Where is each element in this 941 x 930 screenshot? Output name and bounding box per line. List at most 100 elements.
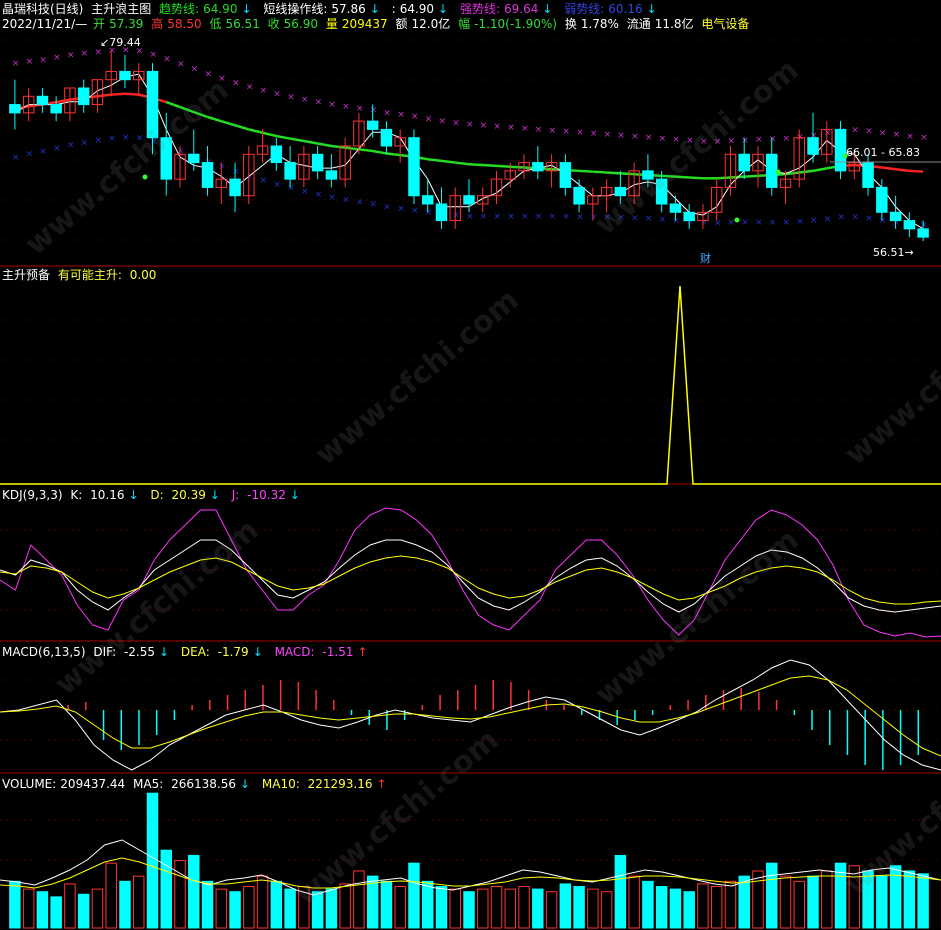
strong-line-mark: ×: [521, 124, 529, 134]
candlestick: [201, 162, 214, 188]
strong-line-mark: ×: [438, 116, 446, 126]
strong-line-mark: ×: [149, 50, 157, 60]
strong-line-mark: ×: [67, 51, 75, 61]
volume-bar: [201, 880, 214, 929]
strong-line-mark: ×: [12, 59, 20, 69]
trend-line-segment: [606, 171, 621, 175]
trend-line-segment: [262, 131, 277, 138]
candlestick: [573, 186, 585, 205]
weak-line-mark: ×: [755, 218, 763, 228]
volume-bar: [339, 883, 351, 929]
kdj-header: KDJ(9,3,3) K: 10.16 ↓ D: 20.39 ↓ J: -10.32…: [2, 488, 300, 502]
weak-line-mark: ×: [824, 214, 832, 224]
strong-line-mark: ×: [315, 98, 323, 108]
weak-line-mark: ×: [411, 206, 419, 216]
volume-bar: [435, 886, 448, 929]
strong-line-mark: ×: [906, 132, 914, 142]
strong-line-mark: ×: [549, 126, 557, 136]
candlestick: [50, 104, 62, 114]
stock-name[interactable]: 晶瑞科技(日线): [2, 2, 83, 16]
weak-line-mark: ×: [315, 190, 323, 200]
volume-bar: [91, 888, 104, 929]
weak-line-mark: ×: [810, 216, 818, 226]
strong-line-mark: ×: [659, 134, 667, 144]
volume-bar: [504, 888, 517, 929]
trend-line-segment: [193, 110, 208, 119]
candlestick: [559, 162, 572, 188]
strong-line-mark: ×: [700, 137, 708, 147]
strong-line-mark: ×: [576, 128, 584, 138]
candlestick: [889, 211, 902, 222]
volume-bar: [77, 893, 90, 929]
volume-bar: [545, 891, 558, 929]
indicator-name[interactable]: 主升浪主图: [91, 2, 151, 16]
trend-line-segment: [111, 92, 126, 96]
candlestick: [408, 137, 420, 197]
candlestick: [119, 70, 131, 81]
weak-line-mark: ×: [590, 212, 598, 222]
weak-line-mark: ×: [232, 167, 240, 177]
candlestick: [421, 195, 434, 205]
candlestick: [270, 145, 283, 164]
candlestick: [766, 153, 778, 188]
signal-dot: [142, 174, 148, 180]
indicator-header: 晶瑞科技(日线) 主升浪主图 趋势线: 64.90 ↓ 短线操作线: 57.86 ↓ :…: [2, 2, 657, 16]
weak-line-mark: ×: [604, 213, 612, 223]
strong-line-mark: ×: [163, 54, 171, 64]
strong-line-mark: ×: [851, 126, 859, 136]
weak-line-mark: ×: [108, 134, 116, 144]
weak-line-mark: ×: [81, 138, 89, 148]
weak-line-mark: ×: [838, 213, 846, 223]
candlestick: [532, 162, 544, 172]
strong-line-mark: ×: [177, 59, 185, 69]
strong-line-mark: ×: [714, 137, 722, 147]
strong-line-mark: ×: [53, 53, 61, 63]
trend-line-segment: [909, 169, 924, 173]
candlestick: [325, 170, 338, 180]
strong-line-mark: ×: [39, 55, 47, 65]
trend-line-segment: [207, 115, 222, 123]
weak-line-mark: ×: [535, 212, 543, 222]
weak-line-mark: ×: [149, 137, 157, 147]
trend-line-segment: [441, 159, 456, 164]
candlestick: [642, 170, 654, 180]
weak-line-mark: ×: [865, 214, 873, 224]
volume-bar: [284, 888, 296, 929]
candlestick: [903, 220, 916, 230]
weak-line-mark: ×: [67, 141, 75, 151]
strong-line-mark: ×: [342, 102, 350, 112]
volume-bar: [463, 891, 475, 929]
strong-line-mark: ×: [81, 49, 89, 59]
volume-bar: [628, 875, 640, 929]
weak-line-mark: ×: [507, 212, 515, 222]
weak-line-mark: ×: [480, 212, 488, 222]
weak-line-mark: ×: [549, 212, 557, 222]
candlestick: [36, 95, 49, 106]
finance-event-marker[interactable]: 财: [700, 250, 711, 266]
volume-bar: [215, 888, 228, 929]
kdj-k-line: [0, 539, 941, 613]
trend-line-segment: [496, 164, 511, 168]
volume-bar: [256, 875, 269, 929]
weak-line-mark: ×: [12, 153, 20, 163]
volume-bar: [22, 888, 35, 929]
strong-line-mark: ×: [301, 95, 309, 105]
volume-bar: [642, 880, 654, 929]
weak-line-mark: ×: [273, 180, 281, 190]
weak-line-mark: ×: [631, 214, 639, 224]
candlestick: [917, 228, 929, 238]
trend-line-segment: [482, 163, 497, 168]
trend-line-segment: [55, 98, 71, 104]
volume-bar: [477, 888, 489, 929]
weak-line-mark: ×: [672, 216, 680, 226]
volume-bar: [325, 888, 338, 929]
strong-line-mark: ×: [879, 128, 887, 138]
candlestick: [284, 162, 296, 180]
strong-line-mark: ×: [26, 57, 34, 67]
weak-line-mark: ×: [94, 136, 102, 146]
weak-line-mark: ×: [879, 216, 887, 226]
weak-line-mark: ×: [301, 187, 309, 197]
candlestick: [146, 70, 159, 139]
volume-bar: [876, 875, 888, 929]
strong-line-mark: ×: [273, 90, 281, 100]
